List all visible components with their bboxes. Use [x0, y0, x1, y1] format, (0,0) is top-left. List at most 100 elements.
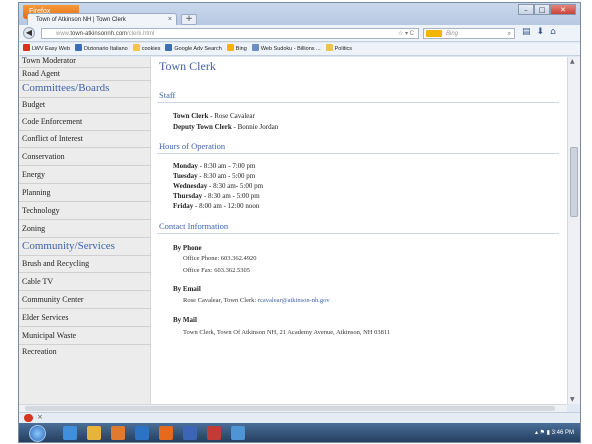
section-heading-contact: Contact Information — [157, 221, 559, 234]
toolbar-icons: ▤⬇⌂ — [522, 27, 562, 37]
new-tab-button[interactable]: + — [181, 14, 197, 25]
close-addon-bar-icon[interactable]: × — [37, 413, 43, 421]
windows-taskbar: ▴ ⚑ ▮ 3:46 PM — [19, 423, 580, 442]
sidebar-item-code-enforcement[interactable]: Code Enforcement — [22, 117, 82, 126]
bookmarks-toolbar: LWV Easy Web Dizionario Italiano cookies Go… — [19, 43, 580, 56]
sidebar-item-technology[interactable]: Technology — [22, 206, 60, 215]
horizontal-scrollbar-thumb[interactable] — [25, 406, 555, 411]
url-domain: town-atkinsonnh.com — [70, 31, 128, 37]
window-controls: – □ ✕ — [518, 4, 576, 16]
bookmark-item[interactable]: Web Sudoku - Billions ... — [251, 43, 321, 55]
taskbar-clock[interactable]: 3:46 PM — [552, 430, 574, 436]
bookmark-item[interactable]: Bing — [226, 43, 247, 55]
bing-engine-icon[interactable] — [426, 30, 442, 37]
sidebar-item-recreation[interactable]: Recreation — [22, 347, 57, 356]
sidebar-item-cable-tv[interactable]: Cable TV — [22, 277, 53, 286]
horizontal-scrollbar[interactable] — [19, 404, 567, 412]
site-sidebar: Town Moderator Road Agent Committees/Boa… — [19, 57, 151, 404]
taskbar-explorer-icon[interactable] — [87, 426, 101, 440]
bookmark-label: Politics — [334, 46, 353, 52]
sidebar-item-municipal-waste[interactable]: Municipal Waste — [22, 331, 76, 340]
sidebar-item-town-moderator[interactable]: Town Moderator — [22, 57, 76, 65]
sidebar-item-community-center[interactable]: Community Center — [22, 295, 84, 304]
search-placeholder: Bing — [446, 31, 459, 37]
vertical-scrollbar[interactable]: ▲ ▼ — [567, 57, 580, 404]
scroll-up-icon[interactable]: ▲ — [570, 58, 575, 65]
bookmark-favicon-icon — [75, 44, 83, 51]
contact-by-mail: By Mail — [173, 316, 197, 324]
contact-by-phone: By Phone — [173, 244, 202, 252]
bookmarks-menu-icon[interactable]: ▤ — [522, 27, 537, 37]
taskbar-word-icon[interactable] — [183, 426, 197, 440]
desktop-screen: Firefox Town of Atkinson NH | Town Clerk… — [18, 2, 581, 443]
search-icon[interactable]: ⌕ — [508, 29, 511, 39]
taskbar-outlook-icon[interactable] — [135, 426, 149, 440]
system-tray: ▴ ⚑ ▮ 3:46 PM — [535, 429, 574, 436]
staff-line: Town Clerk - Rose Cavalear — [173, 112, 255, 120]
staff-line: Deputy Town Clerk - Bonnie Jordan — [173, 123, 279, 131]
taskbar-firefox-icon[interactable] — [159, 426, 173, 440]
taskbar-media-icon[interactable] — [111, 426, 125, 440]
bookmark-item[interactable]: cookies — [132, 43, 161, 55]
maximize-button[interactable]: □ — [534, 4, 550, 15]
page-title: Town Clerk — [159, 59, 216, 73]
taskbar-ie-icon[interactable] — [63, 426, 77, 440]
sidebar-item-elder-services[interactable]: Elder Services — [22, 313, 68, 322]
sidebar-item-budget[interactable]: Budget — [22, 100, 45, 109]
taskbar-app-icon[interactable] — [207, 426, 221, 440]
bookmark-label: Google Adv Search — [174, 46, 222, 52]
bookmark-label: cookies — [141, 46, 161, 52]
bookmark-item[interactable]: Politics — [325, 43, 353, 55]
sidebar-heading-services[interactable]: Community/Services — [22, 240, 115, 252]
sidebar-item-energy[interactable]: Energy — [22, 170, 45, 179]
bookmark-label: Web Sudoku - Billions ... — [260, 46, 321, 52]
url-path: /clerk.html — [127, 31, 155, 37]
bookmark-star-icon[interactable]: ☆ ▾ C — [398, 29, 414, 38]
minimize-button[interactable]: – — [518, 4, 534, 15]
browser-titlebar: Firefox Town of Atkinson NH | Town Clerk… — [19, 3, 580, 26]
bookmark-favicon-icon — [226, 44, 234, 51]
download-icon[interactable]: ⬇ — [537, 27, 551, 37]
search-input[interactable]: Bing ⌕ — [423, 28, 515, 39]
scrollbar-thumb[interactable] — [570, 147, 578, 217]
close-window-button[interactable]: ✕ — [550, 4, 576, 15]
email-link[interactable]: rcavalear@atkinson-nh.gov — [258, 297, 330, 304]
office-phone: Office Phone: 603.362.4920 — [183, 255, 257, 262]
bookmark-label: Bing — [235, 46, 247, 52]
contact-by-email: By Email — [173, 285, 201, 293]
bookmark-item[interactable]: Google Adv Search — [165, 43, 222, 55]
sidebar-item-brush-recycling[interactable]: Brush and Recycling — [22, 259, 89, 268]
section-heading-staff: Staff — [157, 90, 559, 103]
url-prefix: www. — [56, 31, 71, 37]
bookmark-item[interactable]: Dizionario Italiano — [75, 43, 128, 55]
addon-icon[interactable] — [24, 414, 33, 422]
sidebar-item-road-agent[interactable]: Road Agent — [22, 69, 60, 78]
sidebar-item-zoning[interactable]: Zoning — [22, 224, 45, 233]
bookmark-label: Dizionario Italiano — [84, 46, 128, 52]
scroll-down-icon[interactable]: ▼ — [570, 396, 575, 403]
url-bar[interactable]: www.town-atkinsonnh.com/clerk.html ☆ ▾ C — [41, 28, 419, 39]
start-button[interactable] — [29, 425, 46, 442]
home-icon[interactable]: ⌂ — [550, 27, 562, 37]
sidebar-item-planning[interactable]: Planning — [22, 188, 50, 197]
network-icon[interactable]: ▴ ⚑ ▮ — [535, 430, 550, 436]
bookmark-favicon-icon — [251, 44, 259, 51]
mail-address: Town Clerk, Town Of Atkinson NH, 21 Acad… — [183, 329, 391, 336]
tab-title: Town of Atkinson NH | Town Clerk — [36, 17, 126, 23]
taskbar-app2-icon[interactable] — [231, 426, 245, 440]
back-arrow-icon[interactable]: ◀ — [23, 27, 35, 39]
bookmark-favicon-icon — [23, 44, 30, 51]
hours-line: Thursday - 8:30 am - 5:00 pm — [173, 192, 260, 200]
office-fax: Office Fax: 603.362.5305 — [183, 267, 251, 274]
section-heading-hours: Hours of Operation — [157, 141, 559, 154]
sidebar-item-conservation[interactable]: Conservation — [22, 152, 65, 161]
sidebar-item-conflict-of-interest[interactable]: Conflict of Interest — [22, 134, 83, 143]
bookmark-favicon-icon — [132, 44, 140, 51]
bookmark-favicon-icon — [165, 44, 173, 51]
hours-line: Tuesday - 8:30 am - 5:00 pm — [173, 172, 256, 180]
bookmark-label: LWV Easy Web — [32, 46, 71, 52]
bookmark-item[interactable]: LWV Easy Web — [23, 43, 71, 55]
sidebar-heading-committees[interactable]: Committees/Boards — [22, 82, 109, 94]
addon-bar: × — [19, 412, 580, 423]
navigation-toolbar: ◀ www.town-atkinsonnh.com/clerk.html ☆ ▾… — [19, 25, 580, 42]
